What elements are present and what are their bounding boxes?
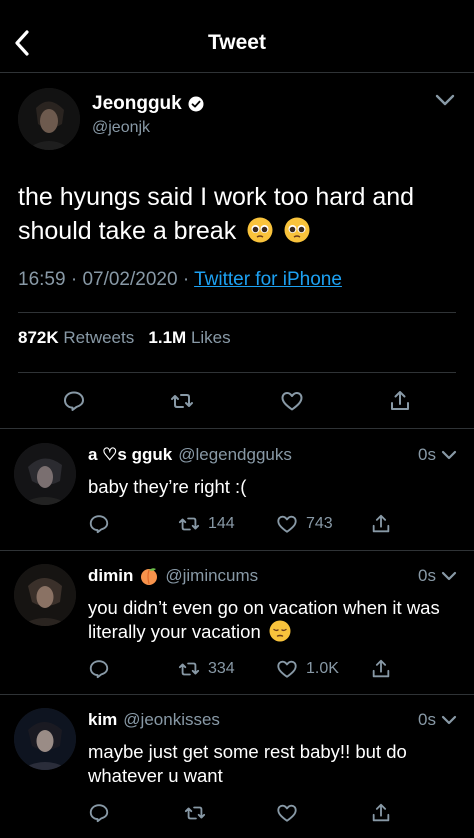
tweet-options-button[interactable]	[431, 88, 459, 112]
reply-retweet-button[interactable]: 144	[178, 513, 235, 535]
divider	[18, 312, 456, 313]
tweet-meta: 16:59 · 07/02/2020 · Twitter for iPhone	[18, 269, 342, 291]
reply-avatar[interactable]	[14, 564, 76, 626]
reply-avatar[interactable]	[14, 443, 76, 505]
author-name-text: Jeongguk	[92, 93, 182, 114]
reply-icon	[64, 391, 84, 411]
share-icon	[391, 391, 409, 410]
top-bar: Tweet	[0, 0, 474, 73]
retweets-label: Retweets	[63, 328, 135, 347]
author-handle[interactable]: @jeonjk	[92, 119, 150, 137]
reply-time-text: 0s	[418, 445, 436, 464]
reply-author-name: kim	[88, 710, 118, 729]
likes-count: 1.1M	[148, 328, 187, 347]
verified-badge-icon	[188, 96, 204, 112]
reply-retweet-count: 334	[208, 660, 235, 677]
retweets-count: 872K	[18, 328, 59, 347]
divider	[0, 694, 474, 695]
reply-author-handle: @legendgguks	[178, 445, 292, 464]
page-title: Tweet	[208, 31, 266, 54]
chevron-down-icon	[441, 715, 457, 725]
reply-author-handle: @jeonkisses	[123, 710, 220, 729]
heart-icon	[281, 392, 303, 411]
reply-author-name: dimin	[88, 566, 134, 585]
retweet-button[interactable]	[168, 387, 196, 415]
reply-like-button[interactable]	[276, 802, 298, 824]
chevron-down-icon	[441, 571, 457, 581]
reply-reply-button[interactable]	[88, 513, 110, 535]
reply-icon	[89, 804, 109, 823]
peach-emoji-icon	[141, 568, 158, 585]
reply-reply-button[interactable]	[88, 802, 110, 824]
reply-share-button[interactable]	[370, 802, 392, 824]
reply-share-button[interactable]	[370, 513, 392, 535]
pleading-face-emoji-icon	[284, 217, 310, 243]
retweet-icon	[171, 394, 193, 408]
tweet-time: 16:59	[18, 269, 66, 290]
tweet-date: 07/02/2020	[82, 269, 178, 290]
share-icon	[372, 803, 390, 822]
heart-icon	[277, 660, 297, 678]
reply-author[interactable]: a ♡s gguk @legendgguks	[88, 445, 292, 465]
likes-label: Likes	[190, 328, 231, 347]
reply-text: maybe just get some rest baby!! but do w…	[88, 741, 407, 786]
retweet-icon	[178, 517, 200, 531]
divider	[18, 372, 456, 373]
heart-icon	[277, 515, 297, 533]
tweet-source-link[interactable]: Twitter for iPhone	[194, 269, 342, 290]
tweet-stats: 872K Retweets 1.1M Likes	[18, 328, 231, 348]
reply-text-body: you didn’t even go on vacation when it w…	[88, 597, 440, 642]
pleading-face-emoji-icon	[247, 217, 273, 243]
reply-like-count: 1.0K	[306, 660, 339, 677]
reply-author-name: a ♡s gguk	[88, 445, 173, 464]
likes-stat[interactable]: 1.1M Likes	[148, 328, 230, 347]
reply-time[interactable]: 0s	[418, 710, 458, 730]
tweet-text: the hyungs said I work too hard and shou…	[18, 180, 458, 248]
retweet-icon	[184, 806, 206, 820]
retweet-icon	[178, 662, 200, 676]
chevron-down-icon	[435, 94, 455, 106]
meta-separator: ·	[182, 269, 195, 290]
reply-like-count: 743	[306, 515, 333, 532]
divider	[0, 428, 474, 429]
reply-time-text: 0s	[418, 566, 436, 585]
reply-time-text: 0s	[418, 710, 436, 729]
reply-author[interactable]: kim @jeonkisses	[88, 710, 220, 730]
reply-like-button[interactable]: 743	[276, 513, 333, 535]
reply-like-button[interactable]: 1.0K	[276, 658, 339, 680]
reply-retweet-button[interactable]	[184, 802, 206, 824]
reply-author[interactable]: dimin @jimincums	[88, 566, 258, 586]
reply-retweet-count: 144	[208, 515, 235, 532]
author-avatar[interactable]	[18, 88, 80, 150]
share-button[interactable]	[386, 387, 414, 415]
chevron-down-icon	[441, 450, 457, 460]
reply-text: you didn’t even go on vacation when it w…	[88, 596, 460, 644]
reply-icon	[89, 515, 109, 534]
share-icon	[372, 659, 390, 678]
reply-share-button[interactable]	[370, 658, 392, 680]
reply-time[interactable]: 0s	[418, 566, 458, 586]
tweet-text-body: the hyungs said I work too hard and shou…	[18, 183, 415, 245]
reply-button[interactable]	[60, 387, 88, 415]
reply-text: baby they’re right :(	[88, 476, 247, 497]
meta-separator: ·	[70, 269, 83, 290]
pensive-face-emoji-icon	[269, 620, 291, 642]
heart-icon	[277, 804, 297, 822]
like-button[interactable]	[278, 387, 306, 415]
share-icon	[372, 514, 390, 533]
reply-avatar[interactable]	[14, 708, 76, 770]
retweets-stat[interactable]: 872K Retweets	[18, 328, 134, 347]
divider	[0, 550, 474, 551]
reply-reply-button[interactable]	[88, 658, 110, 680]
author-name[interactable]: Jeongguk	[92, 93, 204, 115]
reply-retweet-button[interactable]: 334	[178, 658, 235, 680]
reply-time[interactable]: 0s	[418, 445, 458, 465]
reply-author-handle: @jimincums	[165, 566, 259, 585]
reply-icon	[89, 660, 109, 679]
